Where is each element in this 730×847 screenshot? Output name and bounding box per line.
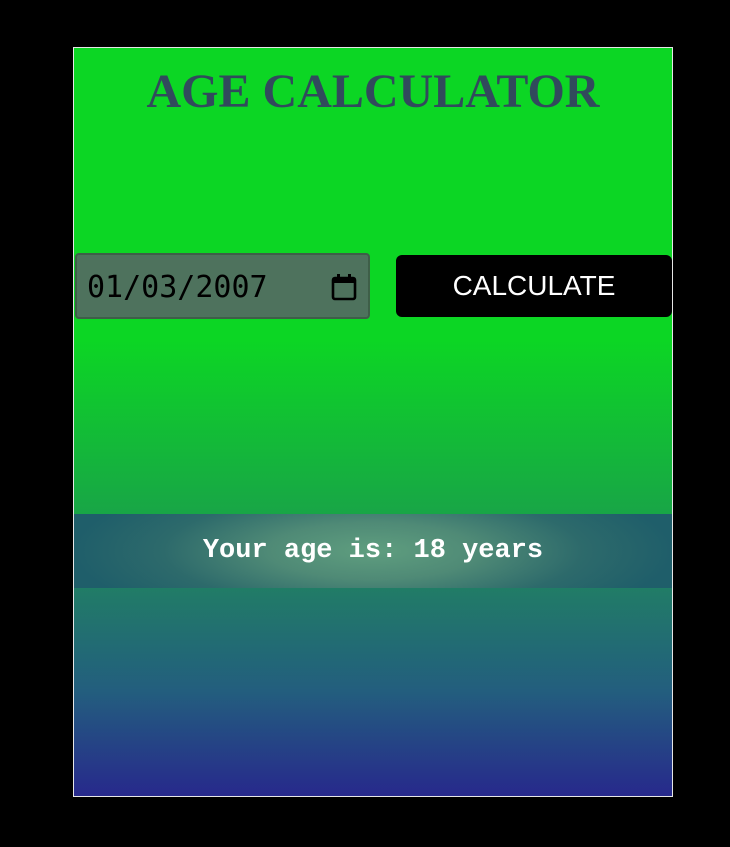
birthdate-input[interactable]: 01/03/2007 (75, 253, 370, 319)
calendar-icon[interactable] (331, 273, 357, 301)
result-banner: Your age is: 18 years (74, 514, 672, 588)
calculate-button[interactable]: CALCULATE (396, 255, 672, 317)
age-calculator-card: AGE CALCULATOR 01/03/2007 CALCULATE Your… (73, 47, 673, 797)
age-result-text: Your age is: 18 years (202, 536, 544, 566)
page-title: AGE CALCULATOR (146, 65, 600, 118)
birthdate-value[interactable]: 01/03/2007 (87, 270, 268, 306)
